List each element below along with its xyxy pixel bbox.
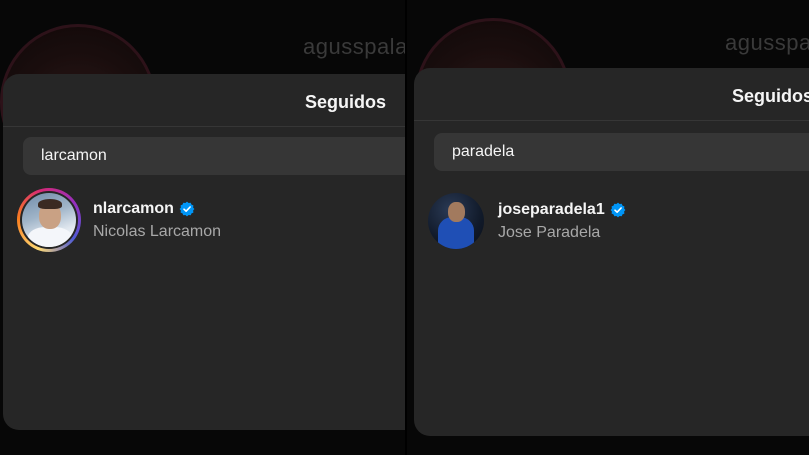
result-text: joseparadela1 Jose Paradela [498, 201, 626, 242]
modal-title: Seguidos [305, 92, 387, 112]
avatar[interactable] [22, 193, 76, 247]
following-modal: Seguidos nlarcamon [3, 74, 405, 430]
search-result-row[interactable]: nlarcamon Nicolas Larcamon [17, 188, 221, 252]
modal-header: Seguidos [414, 68, 809, 121]
result-full-name: Nicolas Larcamon [93, 222, 222, 240]
modal-title: Seguidos [732, 86, 809, 106]
background-profile-username: agusspala [303, 34, 405, 59]
result-username[interactable]: joseparadela1 [498, 201, 605, 219]
background-profile-username: agusspala [725, 30, 809, 55]
left-panel: agusspala Seguidos nlarcamon [0, 0, 405, 455]
result-username[interactable]: nlarcamon [93, 200, 174, 218]
result-full-name: Jose Paradela [498, 223, 601, 241]
right-panel: agusspala Seguidos joseparadela1 [407, 0, 809, 455]
modal-header: Seguidos [3, 74, 405, 127]
following-modal: Seguidos joseparadela1 [414, 68, 809, 436]
search-input[interactable] [452, 143, 792, 161]
search-box[interactable] [434, 133, 809, 171]
search-result-row[interactable]: joseparadela1 Jose Paradela [428, 193, 626, 249]
search-input[interactable] [41, 147, 381, 165]
story-ring[interactable] [17, 188, 81, 252]
avatar[interactable] [428, 193, 484, 249]
verified-badge-icon [179, 201, 195, 217]
verified-badge-icon [610, 202, 626, 218]
result-text: nlarcamon Nicolas Larcamon [93, 200, 221, 241]
search-box[interactable] [23, 137, 405, 175]
